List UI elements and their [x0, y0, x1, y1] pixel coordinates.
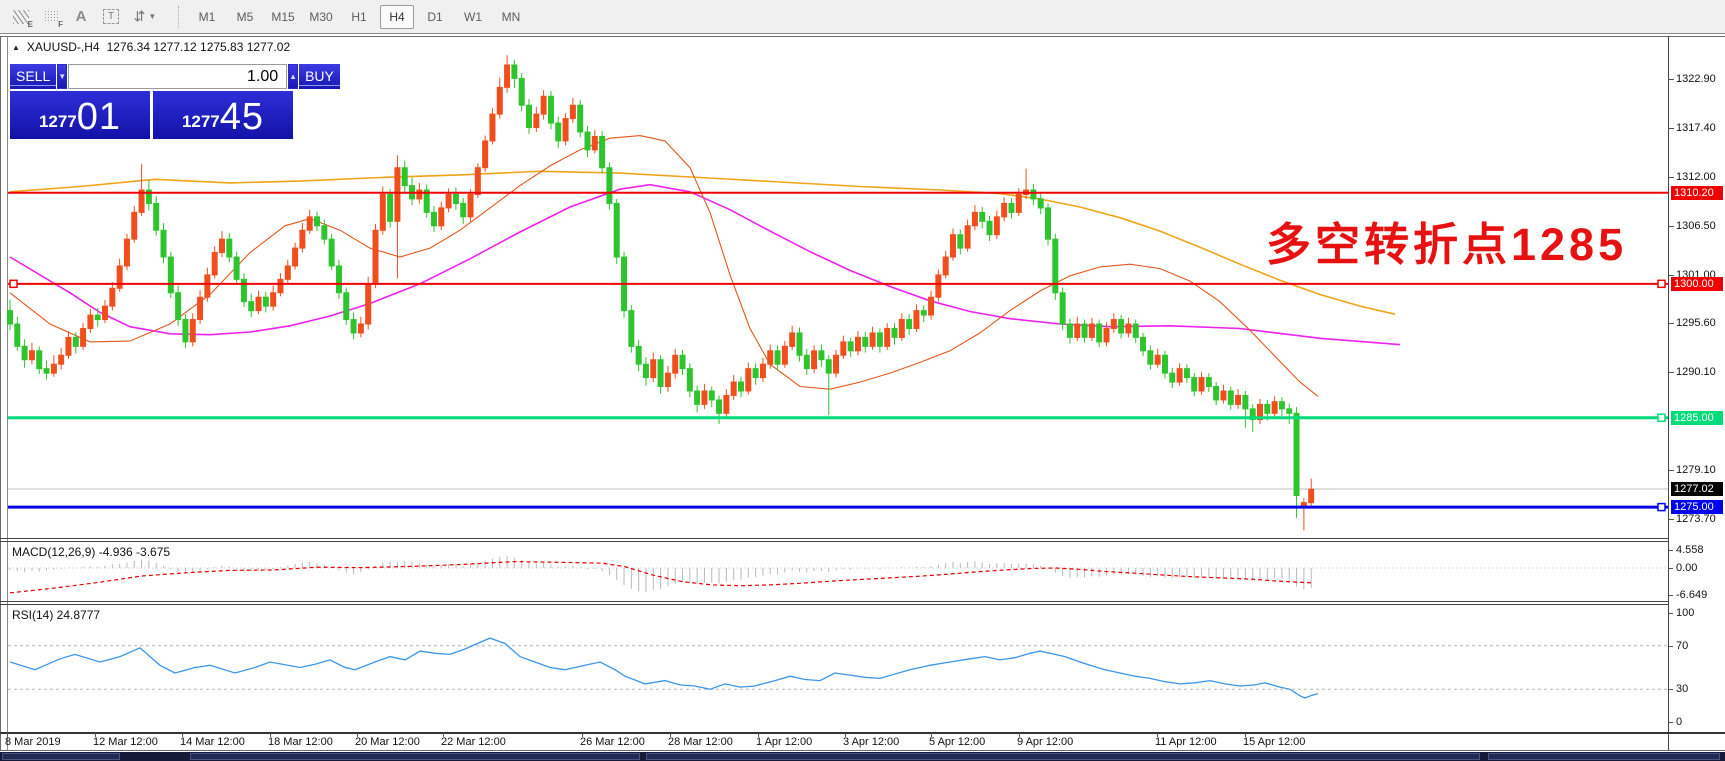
buy-button[interactable]: BUY	[299, 64, 340, 89]
price-axis-tick	[1669, 275, 1674, 276]
macd-axis-label: -6.649	[1676, 589, 1707, 601]
bid-price-prefix: 1277	[39, 107, 77, 137]
rsi-axis-label: 100	[1676, 607, 1694, 619]
one-click-trade-panel: SELL ▼ ▲ BUY 1277 01 1277 45	[10, 64, 293, 139]
date-axis-label: 11 Apr 12:00	[1155, 736, 1217, 748]
price-axis-tick	[1669, 470, 1674, 471]
date-axis-label: 22 Mar 12:00	[441, 736, 506, 748]
sell-button[interactable]: SELL	[10, 64, 56, 89]
ask-price-prefix: 1277	[182, 107, 220, 137]
rsi-axis-label: 70	[1676, 640, 1688, 652]
date-axis-label: 28 Mar 12:00	[668, 736, 733, 748]
taskbar-segment-0[interactable]	[2, 753, 120, 760]
price-axis-tick	[1669, 128, 1674, 129]
date-axis-tick	[7, 733, 8, 737]
macd-axis-tick	[1669, 568, 1673, 569]
price-axis-label: 1279.10	[1676, 464, 1716, 476]
buy-button-label: BUY	[299, 68, 340, 86]
taskbar-segment-2[interactable]	[646, 753, 1480, 760]
date-axis-label: 8 Mar 2019	[5, 736, 61, 748]
bid-price-box[interactable]: 1277 01	[10, 91, 150, 139]
date-axis-tick	[182, 733, 183, 737]
date-axis-label: 14 Mar 12:00	[180, 736, 245, 748]
date-axis-tick	[1245, 733, 1246, 737]
price-axis-tick	[1669, 79, 1674, 80]
date-axis-tick	[1019, 733, 1020, 737]
mt4-terminal: E F A T ⇵▼ M1M5M15M30H1H4D1W1MN ▲ XAUUSD…	[0, 0, 1725, 761]
symbol-header: ▲ XAUUSD-,H4 1276.34 1277.12 1275.83 127…	[12, 40, 290, 54]
date-axis-label: 3 Apr 12:00	[843, 736, 899, 748]
bid-price-pips: 01	[77, 97, 121, 137]
volume-input[interactable]	[68, 64, 287, 89]
rsi-axis-tick	[1669, 646, 1673, 647]
price-axis-tick	[1669, 519, 1674, 520]
price-axis-tick	[1669, 177, 1674, 178]
taskbar-segment-3[interactable]	[1488, 753, 1720, 760]
date-axis-tick	[443, 733, 444, 737]
price-badge-1300.00: 1300.00	[1671, 277, 1723, 291]
date-axis-label: 9 Apr 12:00	[1017, 736, 1073, 748]
rsi-axis-tick	[1669, 722, 1673, 723]
date-axis-tick	[1157, 733, 1158, 737]
ask-price-box[interactable]: 1277 45	[153, 91, 293, 139]
price-axis-tick	[1669, 323, 1674, 324]
date-axis-label: 12 Mar 12:00	[93, 736, 158, 748]
price-badge-1310.20: 1310.20	[1671, 186, 1723, 200]
date-axis-label: 26 Mar 12:00	[580, 736, 645, 748]
annotation-text: 多空转折点1285	[1266, 208, 1627, 273]
ma-mid-magenta	[10, 185, 1400, 345]
volume-increase-button[interactable]: ▲	[288, 64, 298, 89]
price-badge-1275.00: 1275.00	[1671, 500, 1723, 514]
symbol-period-label: XAUUSD-,H4	[27, 40, 100, 54]
sell-button-label: SELL	[10, 68, 56, 86]
price-axis-label: 1273.70	[1676, 513, 1716, 525]
collapse-arrow-icon[interactable]: ▲	[12, 43, 20, 52]
ask-price-pips: 45	[220, 97, 264, 137]
price-axis-label: 1317.40	[1676, 122, 1716, 134]
price-axis-label: 1312.00	[1676, 171, 1716, 183]
price-badge-1285.00: 1285.00	[1671, 411, 1723, 425]
quote-ohlc-values: 1276.34 1277.12 1275.83 1277.02	[107, 40, 291, 54]
macd-label: MACD(12,26,9) -4.936 -3.675	[12, 545, 170, 559]
price-axis-label: 1295.60	[1676, 317, 1716, 329]
price-badge-1277.02: 1277.02	[1671, 482, 1723, 496]
date-axis-label: 5 Apr 12:00	[929, 736, 985, 748]
macd-axis-label: 0.00	[1676, 562, 1697, 574]
price-axis-label: 1290.10	[1676, 366, 1716, 378]
price-axis-label: 1322.90	[1676, 73, 1716, 85]
date-axis-tick	[357, 733, 358, 737]
rsi-axis-tick	[1669, 613, 1673, 614]
price-axis-tick	[1669, 372, 1674, 373]
rsi-axis-tick	[1669, 689, 1673, 690]
price-axis-label: 1306.50	[1676, 220, 1716, 232]
taskbar-segment-1[interactable]	[190, 753, 640, 760]
rsi-axis-label: 30	[1676, 683, 1688, 695]
macd-axis-label: 4.558	[1676, 544, 1704, 556]
date-axis-tick	[670, 733, 671, 737]
volume-decrease-button[interactable]: ▼	[57, 64, 67, 89]
date-axis-tick	[270, 733, 271, 737]
date-axis-tick	[758, 733, 759, 737]
rsi-label: RSI(14) 24.8777	[12, 608, 100, 622]
macd-axis-tick	[1669, 595, 1673, 596]
date-axis-tick	[845, 733, 846, 737]
date-axis-tick	[931, 733, 932, 737]
date-axis-label: 1 Apr 12:00	[756, 736, 812, 748]
date-axis-tick	[95, 733, 96, 737]
date-axis-label: 20 Mar 12:00	[355, 736, 420, 748]
macd-axis-tick	[1669, 550, 1673, 551]
taskbar	[0, 752, 1725, 761]
date-axis-tick	[582, 733, 583, 737]
date-axis-label: 18 Mar 12:00	[268, 736, 333, 748]
price-axis-tick	[1669, 226, 1674, 227]
date-axis-label: 15 Apr 12:00	[1243, 736, 1305, 748]
rsi-axis-label: 0	[1676, 716, 1682, 728]
